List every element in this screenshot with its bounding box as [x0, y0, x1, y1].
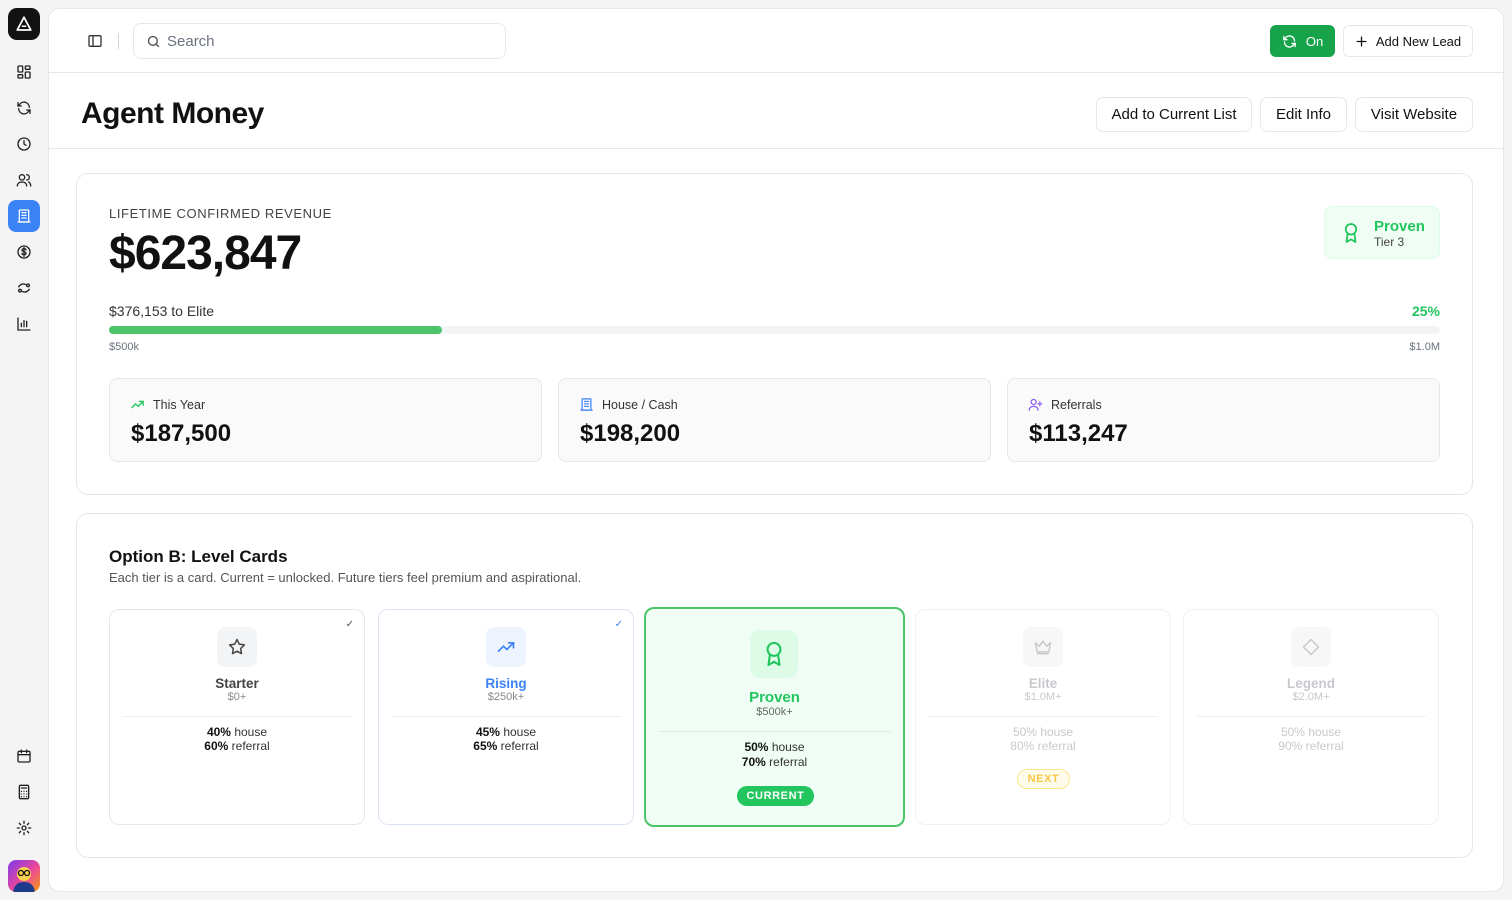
divider	[122, 716, 352, 717]
bar-chart-icon[interactable]	[8, 308, 40, 340]
award-icon	[1344, 223, 1358, 243]
level-name: Starter	[215, 676, 259, 691]
revenue-card: LIFETIME CONFIRMED REVENUE $623,847 Prov…	[76, 173, 1473, 495]
sidebar	[0, 0, 48, 900]
calculator-icon[interactable]	[8, 776, 40, 808]
main-panel: On Add New Lead Agent Money Add to Curre…	[48, 8, 1504, 892]
trending-up-icon	[486, 627, 526, 667]
next-badge: NEXT	[1017, 769, 1070, 789]
progress-bar-fill	[109, 326, 442, 334]
search-box[interactable]	[133, 23, 506, 59]
level-requirement: $500k+	[756, 706, 793, 718]
refresh-icon[interactable]	[8, 92, 40, 124]
add-to-current-list-button[interactable]: Add to Current List	[1096, 97, 1252, 132]
building-icon[interactable]	[8, 200, 40, 232]
referral-split: 60% referral	[204, 739, 270, 753]
stat-value: $113,247	[1029, 420, 1128, 447]
progress-text: $376,153 to Elite	[109, 303, 215, 319]
revenue-label: LIFETIME CONFIRMED REVENUE	[109, 206, 332, 221]
plus-icon	[1356, 36, 1367, 46]
user-avatar[interactable]	[8, 860, 40, 892]
building-icon	[580, 398, 593, 411]
level-requirement: $0+	[227, 691, 247, 703]
level-cards-section: Option B: Level Cards Each tier is a car…	[76, 513, 1473, 858]
divider	[928, 716, 1158, 717]
sidebar-toggle-icon[interactable]	[85, 31, 105, 51]
top-bar: On Add New Lead	[49, 9, 1503, 73]
page-title: Agent Money	[81, 97, 264, 130]
level-requirement: $2.0M+	[1292, 691, 1330, 703]
section-title: Option B: Level Cards	[109, 547, 288, 566]
referral-split: 65% referral	[473, 739, 539, 753]
handshake-icon[interactable]	[8, 272, 40, 304]
stat-house-cash: House / Cash $198,200	[558, 378, 991, 462]
trending-up-icon	[131, 400, 144, 409]
referral-split: 80% referral	[1010, 739, 1076, 753]
users-icon[interactable]	[8, 164, 40, 196]
stat-this-year: This Year $187,500	[109, 378, 542, 462]
house-split: 40% house	[206, 725, 268, 739]
settings-icon[interactable]	[8, 812, 40, 844]
add-lead-label: Add New Lead	[1375, 33, 1462, 49]
divider	[1196, 716, 1426, 717]
referral-split: 90% referral	[1278, 739, 1344, 753]
level-name: Proven	[749, 689, 800, 706]
level-requirement: $250k+	[487, 691, 525, 703]
toolbar-divider	[118, 33, 119, 49]
dashboard-icon[interactable]	[8, 56, 40, 88]
search-input[interactable]	[167, 32, 487, 50]
progress-percent: 25%	[1411, 303, 1440, 319]
visit-website-button[interactable]: Visit Website	[1355, 97, 1473, 132]
referral-split: 70% referral	[741, 755, 808, 769]
star-icon	[217, 627, 257, 667]
level-card-elite[interactable]: Elite $1.0M+ 50% house 80% referral NEXT	[915, 609, 1171, 825]
add-new-lead-button[interactable]: Add New Lead	[1343, 25, 1473, 57]
sync-label: On	[1305, 33, 1324, 49]
diamond-icon	[1291, 627, 1331, 667]
calendar-icon[interactable]	[8, 740, 40, 772]
level-card-starter[interactable]: ✓ Starter $0+ 40% house 60% referral	[109, 609, 365, 825]
progress-range-end: $1.0M	[1409, 341, 1440, 353]
user-plus-icon	[1028, 398, 1043, 411]
dollar-icon[interactable]	[8, 236, 40, 268]
stat-value: $198,200	[580, 420, 681, 447]
house-split: 50% house	[1012, 725, 1074, 739]
app-logo[interactable]	[8, 8, 40, 40]
stat-referrals: Referrals $113,247	[1007, 378, 1440, 462]
unlocked-check-icon: ✓	[345, 619, 354, 630]
current-badge: CURRENT	[737, 786, 814, 806]
level-name: Elite	[1028, 676, 1058, 691]
level-card-proven[interactable]: Proven $500k+ 50% house 70% referral CUR…	[644, 607, 905, 827]
divider	[658, 731, 891, 732]
edit-info-button[interactable]: Edit Info	[1260, 97, 1347, 132]
crown-icon	[1023, 627, 1063, 667]
level-name: Rising	[485, 676, 527, 691]
divider	[391, 716, 621, 717]
house-split: 50% house	[1280, 725, 1342, 739]
tier-level: Tier 3	[1374, 235, 1405, 249]
auto-sync-toggle-button[interactable]: On	[1270, 25, 1335, 57]
level-name: Legend	[1286, 676, 1335, 691]
stat-value: $187,500	[131, 420, 232, 447]
revenue-amount: $623,847	[109, 227, 302, 280]
stat-label: Referrals	[1051, 397, 1102, 412]
level-card-rising[interactable]: ✓ Rising $250k+ 45% house 65% referral	[378, 609, 634, 825]
progress-range-start: $500k	[109, 341, 139, 353]
level-requirement: $1.0M+	[1024, 691, 1062, 703]
level-card-legend[interactable]: Legend $2.0M+ 50% house 90% referral	[1183, 609, 1439, 825]
tier-badge: Proven Tier 3	[1324, 206, 1440, 259]
section-subtitle: Each tier is a card. Current = unlocked.…	[109, 570, 582, 585]
unlocked-check-icon: ✓	[614, 619, 623, 630]
clock-icon[interactable]	[8, 128, 40, 160]
stat-label: House / Cash	[602, 397, 678, 412]
award-icon	[750, 630, 798, 678]
progress-bar	[109, 326, 1440, 334]
page-header: Agent Money Add to Current List Edit Inf…	[49, 73, 1503, 149]
tier-name: Proven	[1374, 218, 1425, 235]
sync-icon	[1283, 34, 1296, 48]
stat-label: This Year	[153, 397, 206, 412]
house-split: 50% house	[744, 740, 805, 754]
house-split: 45% house	[475, 725, 537, 739]
search-icon	[147, 35, 160, 47]
